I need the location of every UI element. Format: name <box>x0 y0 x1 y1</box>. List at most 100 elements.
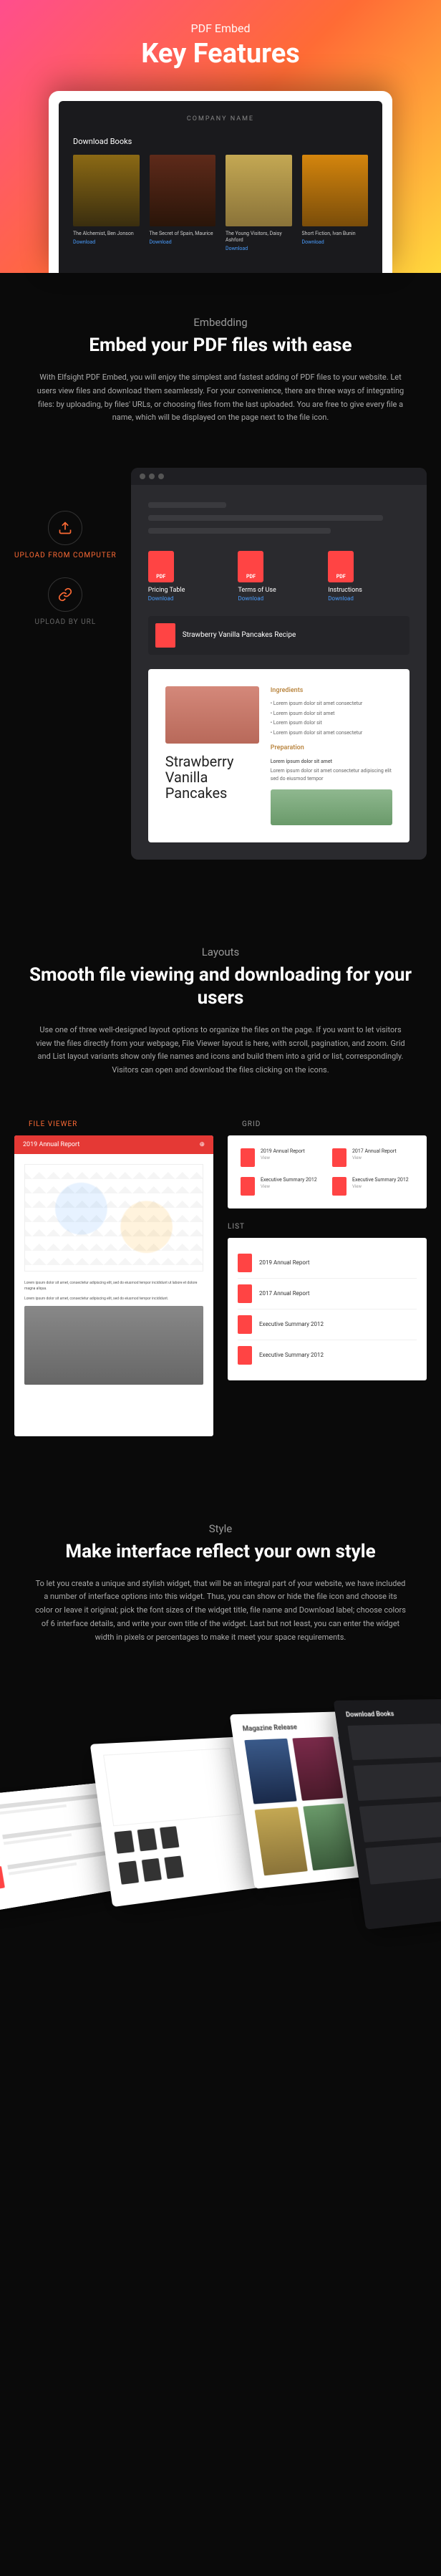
placeholder-line <box>148 515 384 521</box>
download-link[interactable]: Download <box>328 595 410 602</box>
file-name: Executive Summary 2012 <box>261 1177 317 1183</box>
zoom-icon[interactable]: ⊕ <box>199 1141 205 1148</box>
tab-list[interactable]: LIST <box>228 1223 427 1231</box>
hero-title: Key Features <box>14 38 427 69</box>
book-cover <box>150 155 216 226</box>
file-card[interactable]: InstructionsDownload <box>328 551 410 602</box>
book-grid: The Alchemist, Ben JonsonDownload The Se… <box>73 155 368 251</box>
grid-item[interactable]: Executive Summary 2012View <box>332 1177 414 1196</box>
section-title: Smooth file viewing and downloading for … <box>21 964 420 1009</box>
grid-item[interactable]: Executive Summary 2012View <box>241 1177 322 1196</box>
pdf-icon <box>238 1254 252 1272</box>
file-card[interactable]: Terms of UseDownload <box>238 551 319 602</box>
file-name: Executive Summary 2012 <box>352 1177 409 1183</box>
dark-item <box>347 1724 441 1760</box>
browser-mockup: Pricing TableDownload Terms of UseDownlo… <box>131 468 427 860</box>
prep-text: Lorem ipsum dolor sit amet consectetur a… <box>271 767 392 782</box>
section-label: Style <box>21 1522 420 1535</box>
book-title: Short Fiction, Ivan Bunin <box>302 231 369 237</box>
magazine-cover <box>303 1804 354 1871</box>
pdf-icon <box>148 551 174 582</box>
dark-item <box>354 1762 441 1801</box>
download-link[interactable]: Download <box>238 595 319 602</box>
file-name: Terms of Use <box>238 587 319 594</box>
pdf-icon <box>137 1828 158 1851</box>
viewer-header: 2019 Annual Report ⊕ <box>14 1135 213 1154</box>
book-item[interactable]: Short Fiction, Ivan Bunin Download <box>302 155 369 251</box>
file-preview: Strawberry Vanilla Pancakes Ingredients … <box>148 669 410 843</box>
magazine-cover <box>255 1807 308 1875</box>
file-row: Pricing TableDownload Terms of UseDownlo… <box>148 551 410 602</box>
style-section: Style Make interface reflect your own st… <box>0 1479 441 1688</box>
book-cover <box>302 155 369 226</box>
download-link[interactable]: Download <box>148 595 230 602</box>
section-title: Make interface reflect your own style <box>21 1541 420 1563</box>
embedding-section: Embedding Embed your PDF files with ease… <box>0 273 441 468</box>
graph-preview <box>103 1748 241 1826</box>
upload-by-url[interactable]: UPLOAD BY URL <box>14 577 117 627</box>
file-name: Instructions <box>328 587 410 594</box>
tab-file-viewer[interactable]: FILE VIEWER <box>14 1120 213 1128</box>
pdf-icon <box>238 551 263 582</box>
pdf-icon <box>118 1861 139 1885</box>
preparation-heading: Preparation <box>271 744 392 754</box>
browser-bar <box>131 468 427 485</box>
book-cover <box>73 155 140 226</box>
pdf-icon <box>238 1346 252 1365</box>
upload-label: UPLOAD BY URL <box>14 617 117 627</box>
book-title: The Secret of Spain, Maurice <box>150 231 216 237</box>
pdf-icon <box>332 1148 346 1167</box>
book-item[interactable]: The Young Visitors, Daisy AshfordDownloa… <box>226 155 292 251</box>
recipe-image <box>271 789 392 825</box>
grid-panel: 2019 Annual ReportView 2017 Annual Repor… <box>228 1135 427 1208</box>
download-link[interactable]: Download <box>73 239 140 245</box>
prep-step: Lorem ipsum dolor sit amet <box>271 758 392 766</box>
book-item[interactable]: The Alchemist, Ben JonsonDownload <box>73 155 140 251</box>
dark-item <box>365 1841 441 1885</box>
pdf-icon <box>0 1866 5 1891</box>
view-link[interactable]: View <box>352 1184 409 1189</box>
recipe-file[interactable]: Strawberry Vanilla Pancakes Recipe <box>148 616 410 655</box>
tab-grid[interactable]: GRID <box>228 1120 427 1128</box>
file-name: 2019 Annual Report <box>259 1259 309 1266</box>
style-card-dark: Download Books <box>334 1699 441 1930</box>
list-item[interactable]: Executive Summary 2012 <box>238 1309 417 1340</box>
list-panel: 2019 Annual Report 2017 Annual Report Ex… <box>228 1238 427 1380</box>
file-viewer-panel: 2019 Annual Report ⊕ Lorem ipsum dolor s… <box>14 1135 213 1436</box>
book-item[interactable]: The Secret of Spain, Maurice Download <box>150 155 216 251</box>
pdf-icon <box>238 1284 252 1303</box>
pdf-icon <box>114 1830 135 1854</box>
magazine-cover <box>244 1739 296 1804</box>
file-card[interactable]: Pricing TableDownload <box>148 551 230 602</box>
download-link[interactable]: Download <box>226 246 292 251</box>
recipe-image <box>165 686 259 744</box>
report-photo <box>24 1306 203 1385</box>
view-link[interactable]: View <box>261 1155 305 1160</box>
book-cover <box>226 155 292 226</box>
list-item[interactable]: 2019 Annual Report <box>238 1248 417 1279</box>
download-link[interactable]: Download <box>302 239 369 245</box>
download-books-label: Download Books <box>73 137 368 146</box>
upload-icon <box>48 511 82 545</box>
view-link[interactable]: View <box>352 1155 397 1160</box>
ingredient-item: • Lorem ipsum dolor sit amet consectetur <box>271 700 392 708</box>
section-description: To let you create a unique and stylish w… <box>34 1577 407 1644</box>
pdf-icon <box>241 1177 255 1196</box>
section-label: Embedding <box>21 316 420 329</box>
dark-item <box>359 1802 441 1842</box>
grid-item[interactable]: 2019 Annual ReportView <box>241 1148 322 1167</box>
layouts-section: Layouts Smooth file viewing and download… <box>0 903 441 1120</box>
ingredient-item: • Lorem ipsum dolor sit amet consectetur <box>271 729 392 737</box>
download-link[interactable]: Download <box>150 239 216 245</box>
ingredient-item: • Lorem ipsum dolor sit amet <box>271 710 392 718</box>
list-item[interactable]: Executive Summary 2012 <box>238 1340 417 1370</box>
list-item[interactable]: 2017 Annual Report <box>238 1279 417 1309</box>
pdf-icon <box>238 1315 252 1334</box>
pdf-icon <box>241 1148 255 1167</box>
upload-from-computer[interactable]: UPLOAD FROM COMPUTER <box>14 511 117 560</box>
grid-item[interactable]: 2017 Annual ReportView <box>332 1148 414 1167</box>
file-name: 2017 Annual Report <box>352 1148 397 1154</box>
view-link[interactable]: View <box>261 1184 317 1189</box>
file-name: Executive Summary 2012 <box>259 1352 324 1358</box>
report-graph <box>24 1164 203 1272</box>
